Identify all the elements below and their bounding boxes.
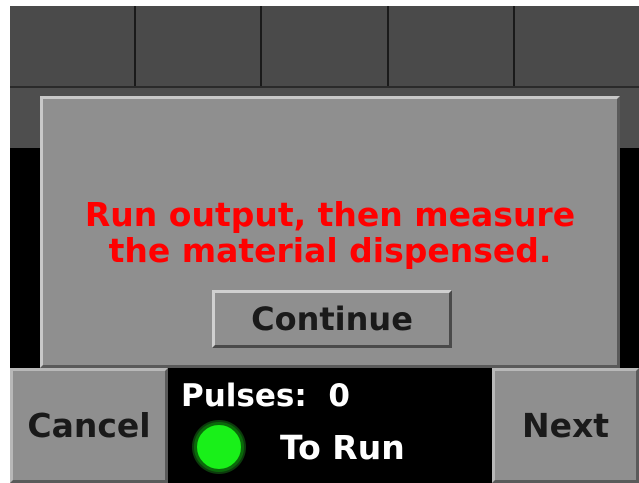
top-tab-strip bbox=[10, 6, 639, 86]
pulse-status-panel: Pulses: 0 To Run bbox=[168, 368, 492, 483]
run-status-label: To Run bbox=[280, 428, 405, 467]
dialog-message-line-2: the material dispensed. bbox=[108, 231, 552, 270]
next-button[interactable]: Next bbox=[492, 368, 639, 483]
pulses-label: Pulses: bbox=[181, 378, 307, 414]
cancel-button[interactable]: Cancel bbox=[10, 368, 168, 483]
tab-3[interactable] bbox=[262, 6, 389, 86]
pulses-value: 0 bbox=[328, 378, 350, 414]
measure-dialog: Run output, then measure the material di… bbox=[40, 96, 620, 368]
dialog-message: Run output, then measure the material di… bbox=[43, 197, 617, 269]
tab-5[interactable] bbox=[514, 6, 639, 86]
continue-button[interactable]: Continue bbox=[212, 290, 452, 348]
dialog-message-line-1: Run output, then measure bbox=[84, 195, 576, 234]
tab-1[interactable] bbox=[10, 6, 137, 86]
tab-4[interactable] bbox=[388, 6, 515, 86]
display-screen: Run output, then measure the material di… bbox=[10, 6, 639, 483]
pulses-readout: Pulses: 0 bbox=[181, 378, 350, 414]
tab-2[interactable] bbox=[136, 6, 263, 86]
green-led-icon bbox=[194, 422, 244, 472]
